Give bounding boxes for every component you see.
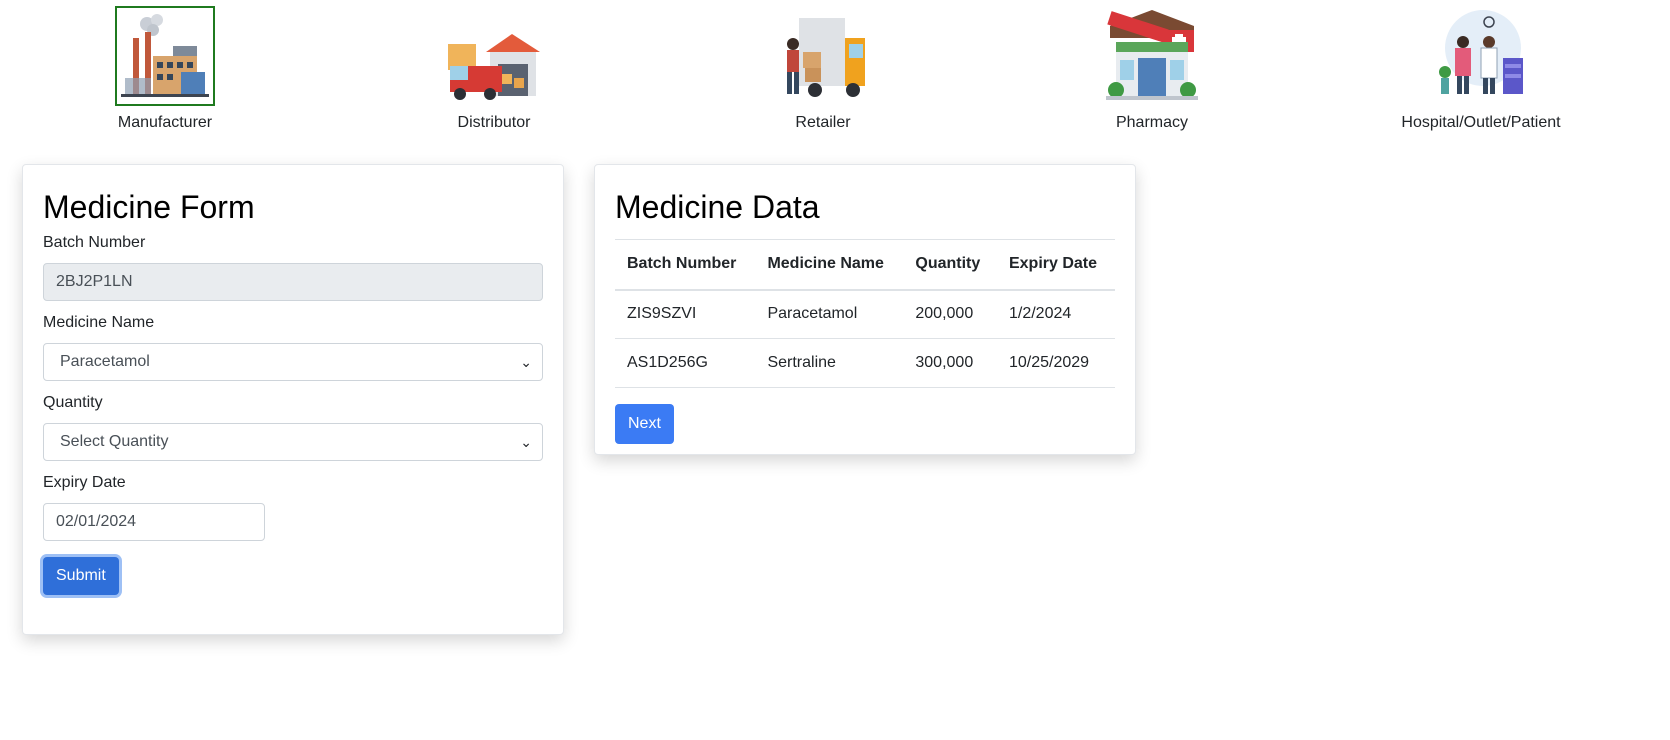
role-manufacturer[interactable]: Manufacturer (15, 6, 315, 132)
table-cell: AS1D256G (615, 338, 756, 388)
factory-icon (115, 6, 215, 106)
table-cell: Paracetamol (755, 289, 904, 339)
column-header: Medicine Name (755, 239, 904, 291)
table-header-row: Batch Number Medicine Name Quantity Expi… (615, 239, 1115, 291)
expiry-date-label: Expiry Date (43, 474, 126, 491)
batch-number-label: Batch Number (43, 234, 146, 251)
medicine-data-table: Batch Number Medicine Name Quantity Expi… (615, 239, 1115, 388)
role-distributor[interactable]: Distributor (344, 6, 644, 132)
delivery-van-icon (773, 6, 873, 106)
quantity-value: Select Quantity (60, 433, 169, 450)
table-row: AS1D256G Sertraline 300,000 10/25/2029 (615, 338, 1115, 388)
table-cell: 300,000 (903, 338, 997, 388)
column-header: Expiry Date (996, 239, 1115, 291)
quantity-select[interactable]: Select Quantity ⌄ (43, 423, 543, 461)
medicine-name-label: Medicine Name (43, 314, 155, 331)
batch-number-value: 2BJ2P1LN (56, 273, 133, 290)
batch-number-field: 2BJ2P1LN (43, 263, 543, 301)
role-label: Manufacturer (117, 114, 213, 131)
submit-button[interactable]: Submit (43, 557, 119, 595)
role-label: Hospital/Outlet/Patient (1401, 114, 1561, 131)
chevron-down-icon: ⌄ (520, 433, 532, 450)
table-cell: Sertraline (755, 338, 904, 388)
table-cell: 200,000 (903, 289, 997, 339)
expiry-date-input[interactable]: 02/01/2024 (43, 503, 265, 541)
pharmacy-store-icon (1102, 6, 1202, 106)
role-retailer[interactable]: Retailer (673, 6, 973, 132)
column-header: Batch Number (615, 239, 756, 291)
role-label: Distributor (457, 114, 531, 131)
role-hospital-outlet-patient[interactable]: Hospital/Outlet/Patient (1331, 6, 1631, 132)
role-label: Pharmacy (1115, 114, 1189, 131)
doctor-patient-icon (1431, 6, 1531, 106)
medicine-form-card: Medicine Form Batch Number 2BJ2P1LN Medi… (22, 164, 564, 635)
form-title: Medicine Form (43, 189, 255, 225)
table-row: ZIS9SZVI Paracetamol 200,000 1/2/2024 (615, 289, 1115, 339)
quantity-label: Quantity (43, 394, 103, 411)
column-header: Quantity (903, 239, 997, 291)
table-cell: 1/2/2024 (996, 289, 1115, 339)
next-button[interactable]: Next (615, 404, 674, 444)
role-label: Retailer (795, 114, 851, 131)
medicine-name-select[interactable]: Paracetamol ⌄ (43, 343, 543, 381)
role-selector: Manufacturer Distributor Retailer Pharma… (0, 0, 1670, 140)
table-cell: ZIS9SZVI (615, 289, 756, 339)
role-pharmacy[interactable]: Pharmacy (1002, 6, 1302, 132)
delivery-truck-warehouse-icon (444, 6, 544, 106)
chevron-down-icon: ⌄ (520, 353, 532, 370)
data-title: Medicine Data (615, 189, 820, 225)
expiry-date-value: 02/01/2024 (56, 513, 137, 530)
medicine-name-value: Paracetamol (60, 353, 150, 370)
medicine-data-card: Medicine Data Batch Number Medicine Name… (594, 164, 1136, 455)
table-cell: 10/25/2029 (996, 338, 1115, 388)
